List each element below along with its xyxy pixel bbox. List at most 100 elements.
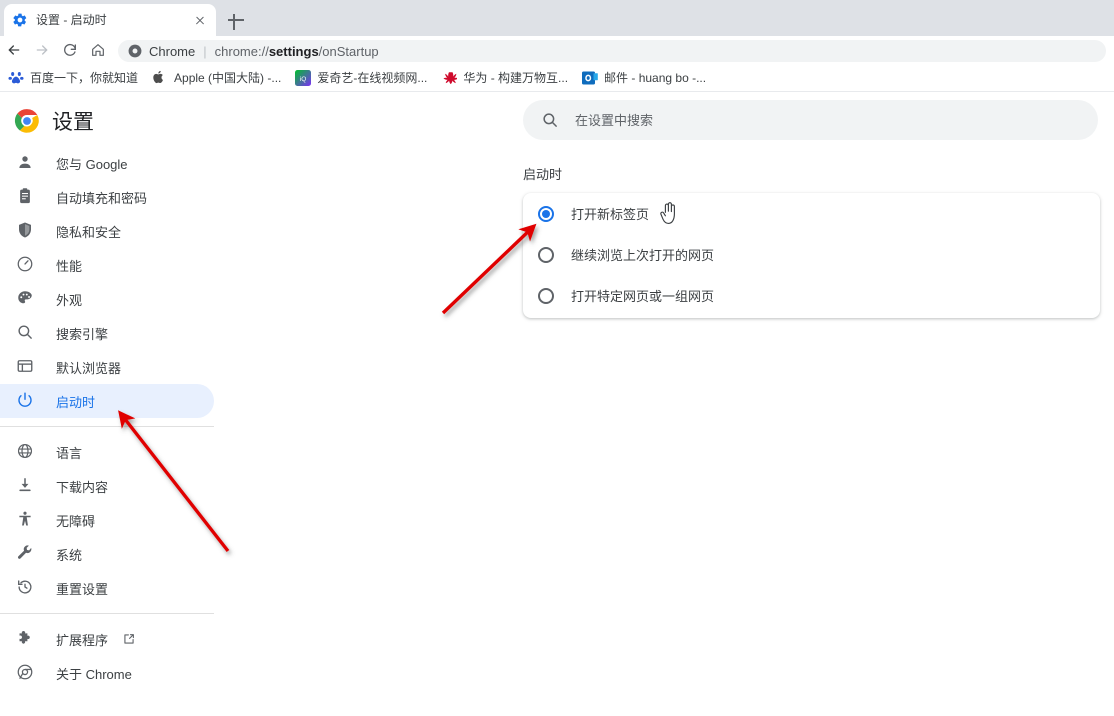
sidebar-item-reset-settings[interactable]: 重置设置 xyxy=(0,571,214,605)
sidebar-item-label: 您与 Google xyxy=(56,156,128,172)
wrench-icon xyxy=(16,544,36,564)
shield-icon xyxy=(16,221,36,241)
radio-option-continue-session[interactable]: 继续浏览上次打开的网页 xyxy=(523,234,1100,275)
bookmark-label: 爱奇艺-在线视频网... xyxy=(317,71,428,85)
sidebar-item-label: 自动填充和密码 xyxy=(56,190,148,206)
bookmark-label: 邮件 - huang bo -... xyxy=(604,71,707,85)
bookmark-label: Apple (中国大陆) -... xyxy=(174,71,282,85)
bookmark-item[interactable]: iQ 爱奇艺-在线视频网... xyxy=(295,69,427,86)
sidebar-item-label: 语言 xyxy=(56,445,83,461)
radio-label: 打开特定网页或一组网页 xyxy=(571,289,715,304)
chrome-icon xyxy=(128,44,142,58)
person-icon xyxy=(16,153,36,173)
section-title: 启动时 xyxy=(523,167,563,182)
settings-search-bar[interactable] xyxy=(523,100,1098,140)
radio-option-specific-pages[interactable]: 打开特定网页或一组网页 xyxy=(523,275,1100,316)
back-arrow-icon[interactable] xyxy=(0,36,28,64)
tab-title: 设置 - 启动时 xyxy=(36,13,107,27)
radio-option-new-tab[interactable]: 打开新标签页 xyxy=(523,193,1100,234)
sidebar-item-label: 性能 xyxy=(56,258,83,274)
address-bar[interactable]: Chrome | chrome://settings/onStartup xyxy=(118,40,1106,62)
sidebar-item-default-browser[interactable]: 默认浏览器 xyxy=(0,350,214,384)
sidebar-item-label: 关于 Chrome xyxy=(56,666,132,682)
radio-button[interactable] xyxy=(538,287,554,304)
browser-window: 设置 - 启动时 Chrome | chrome://settings/onSt… xyxy=(0,0,1114,716)
sidebar-item-label: 系统 xyxy=(56,547,83,563)
url-prefix: chrome:// xyxy=(214,43,269,59)
settings-page: 设置 您与 Google 自动填充和密码 隐私和安全 性能 外观 搜索引擎 默认… xyxy=(0,92,1114,716)
sidebar-item-label: 默认浏览器 xyxy=(56,360,122,376)
settings-sidebar: 您与 Google 自动填充和密码 隐私和安全 性能 外观 搜索引擎 默认浏览器… xyxy=(0,146,214,690)
radio-button[interactable] xyxy=(538,246,554,263)
sidebar-item-system[interactable]: 系统 xyxy=(0,537,214,571)
gear-icon xyxy=(12,12,28,28)
chrome-logo-icon xyxy=(14,108,40,134)
external-link-icon[interactable] xyxy=(122,632,136,646)
close-icon[interactable] xyxy=(192,12,208,28)
bookmark-label: 百度一下，你就知道 xyxy=(30,71,139,85)
bookmark-item[interactable]: 华为 - 构建万物互... xyxy=(441,69,568,86)
restore-icon xyxy=(16,578,36,598)
sidebar-item-appearance[interactable]: 外观 xyxy=(0,282,214,316)
sidebar-item-label: 重置设置 xyxy=(56,581,109,597)
browser-tab[interactable]: 设置 - 启动时 xyxy=(4,4,216,36)
sidebar-item-label: 启动时 xyxy=(56,394,96,410)
sidebar-item-downloads[interactable]: 下载内容 xyxy=(0,469,214,503)
sidebar-item-languages[interactable]: 语言 xyxy=(0,435,214,469)
sidebar-item-accessibility[interactable]: 无障碍 xyxy=(0,503,214,537)
sidebar-item-about-chrome[interactable]: 关于 Chrome xyxy=(0,656,214,690)
search-input[interactable] xyxy=(575,112,1080,128)
sidebar-item-extensions[interactable]: 扩展程序 xyxy=(0,622,214,656)
new-tab-button[interactable] xyxy=(226,10,246,30)
baidu-icon xyxy=(8,70,24,86)
download-icon xyxy=(16,476,36,496)
omnibox-url: chrome://settings/onStartup xyxy=(215,44,379,59)
gauge-icon xyxy=(16,255,36,275)
sidebar-item-label: 外观 xyxy=(56,292,83,308)
radio-button[interactable] xyxy=(538,205,554,222)
omnibox-scheme-label: Chrome xyxy=(149,43,196,59)
sidebar-item-you-and-google[interactable]: 您与 Google xyxy=(0,146,214,180)
clipboard-icon xyxy=(16,187,36,207)
sidebar-item-search-engine[interactable]: 搜索引擎 xyxy=(0,316,214,350)
window-icon xyxy=(16,357,36,377)
sidebar-divider xyxy=(0,613,214,614)
sidebar-item-performance[interactable]: 性能 xyxy=(0,248,214,282)
url-path: /onStartup xyxy=(318,43,379,59)
sidebar-item-label: 扩展程序 xyxy=(56,632,109,648)
apple-icon xyxy=(152,70,168,86)
settings-brand: 设置 xyxy=(14,106,94,136)
tab-strip: 设置 - 启动时 xyxy=(0,0,1114,36)
home-icon[interactable] xyxy=(84,36,112,64)
sidebar-item-label: 下载内容 xyxy=(56,479,109,495)
sidebar-divider xyxy=(0,426,214,427)
sidebar-item-on-startup[interactable]: 启动时 xyxy=(0,384,214,418)
globe-icon xyxy=(16,442,36,462)
iqiyi-icon: iQ xyxy=(295,69,312,86)
sidebar-item-label: 隐私和安全 xyxy=(56,224,122,240)
huawei-icon xyxy=(441,70,459,86)
palette-icon xyxy=(16,289,36,309)
svg-text:iQ: iQ xyxy=(300,76,307,83)
sidebar-item-privacy-security[interactable]: 隐私和安全 xyxy=(0,214,214,248)
omnibox-separator: | xyxy=(203,43,207,59)
sidebar-item-label: 无障碍 xyxy=(56,513,96,529)
chrome-circle-icon xyxy=(16,663,36,683)
radio-label: 打开新标签页 xyxy=(571,207,650,222)
accessibility-icon xyxy=(16,510,36,530)
outlook-icon xyxy=(582,70,598,86)
bookmark-item[interactable]: Apple (中国大陆) -... xyxy=(152,69,281,86)
sidebar-item-autofill[interactable]: 自动填充和密码 xyxy=(0,180,214,214)
bookmark-item[interactable]: 百度一下，你就知道 xyxy=(8,69,138,86)
page-title: 设置 xyxy=(52,111,94,134)
power-icon xyxy=(16,391,36,411)
url-host: settings xyxy=(268,43,319,59)
reload-icon[interactable] xyxy=(56,36,84,64)
bookmarks-bar: 百度一下，你就知道 Apple (中国大陆) -... iQ 爱奇艺-在线视频网… xyxy=(0,64,1114,92)
bookmark-item[interactable]: 邮件 - huang bo -... xyxy=(582,69,706,86)
bookmark-label: 华为 - 构建万物互... xyxy=(463,71,569,85)
startup-options-card: 打开新标签页 继续浏览上次打开的网页 打开特定网页或一组网页 xyxy=(523,193,1100,318)
search-icon xyxy=(541,111,559,129)
forward-arrow-icon xyxy=(28,36,56,64)
search-icon xyxy=(16,323,36,343)
